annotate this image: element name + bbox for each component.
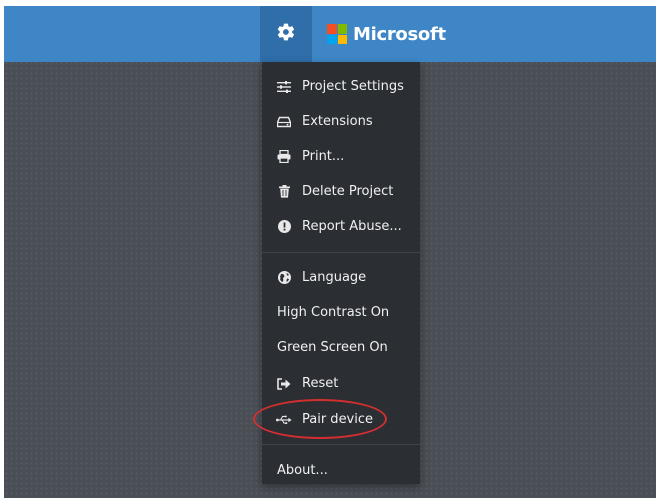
- top-bar: Microsoft: [4, 6, 656, 62]
- menu-item-label: Report Abuse...: [302, 219, 402, 234]
- printer-icon: [276, 149, 292, 165]
- menu-item-extensions[interactable]: Extensions: [262, 105, 420, 138]
- menu-item-green-screen[interactable]: Green Screen On: [262, 331, 420, 364]
- menu-item-report-abuse[interactable]: Report Abuse...: [262, 210, 420, 243]
- menu-item-print[interactable]: Print...: [262, 140, 420, 173]
- menu-item-label: Project Settings: [302, 79, 404, 94]
- menu-item-label: Green Screen On: [277, 340, 388, 355]
- menu-item-label: Delete Project: [302, 184, 394, 199]
- menu-item-label: High Contrast On: [277, 305, 390, 320]
- menu-item-label: About...: [277, 463, 328, 478]
- app-frame: Microsoft Project Settings Extensions Pr…: [4, 6, 656, 498]
- menu-item-high-contrast[interactable]: High Contrast On: [262, 296, 420, 329]
- trash-icon: [276, 184, 292, 200]
- brand-name: Microsoft: [353, 23, 446, 45]
- sliders-icon: [276, 79, 292, 95]
- pair-device-highlight: [253, 399, 387, 439]
- menu-divider: [262, 252, 420, 253]
- menu-item-label: Language: [302, 270, 367, 285]
- menu-item-language[interactable]: Language: [262, 261, 420, 294]
- globe-icon: [276, 270, 292, 286]
- exclamation-circle-icon: [276, 219, 292, 235]
- menu-divider: [262, 444, 420, 445]
- settings-button[interactable]: [260, 6, 312, 62]
- gear-icon: [276, 22, 296, 46]
- menu-item-label: Print...: [302, 149, 345, 164]
- menu-item-label: Reset: [302, 376, 339, 391]
- menu-item-project-settings[interactable]: Project Settings: [262, 70, 420, 103]
- menu-item-reset[interactable]: Reset: [262, 367, 420, 400]
- menu-item-label: Extensions: [302, 114, 373, 129]
- menu-item-delete-project[interactable]: Delete Project: [262, 175, 420, 208]
- brand[interactable]: Microsoft: [327, 6, 446, 62]
- sign-out-icon: [276, 376, 292, 392]
- drive-icon: [276, 114, 292, 130]
- menu-item-about[interactable]: About...: [262, 454, 420, 487]
- microsoft-logo-icon: [327, 24, 347, 44]
